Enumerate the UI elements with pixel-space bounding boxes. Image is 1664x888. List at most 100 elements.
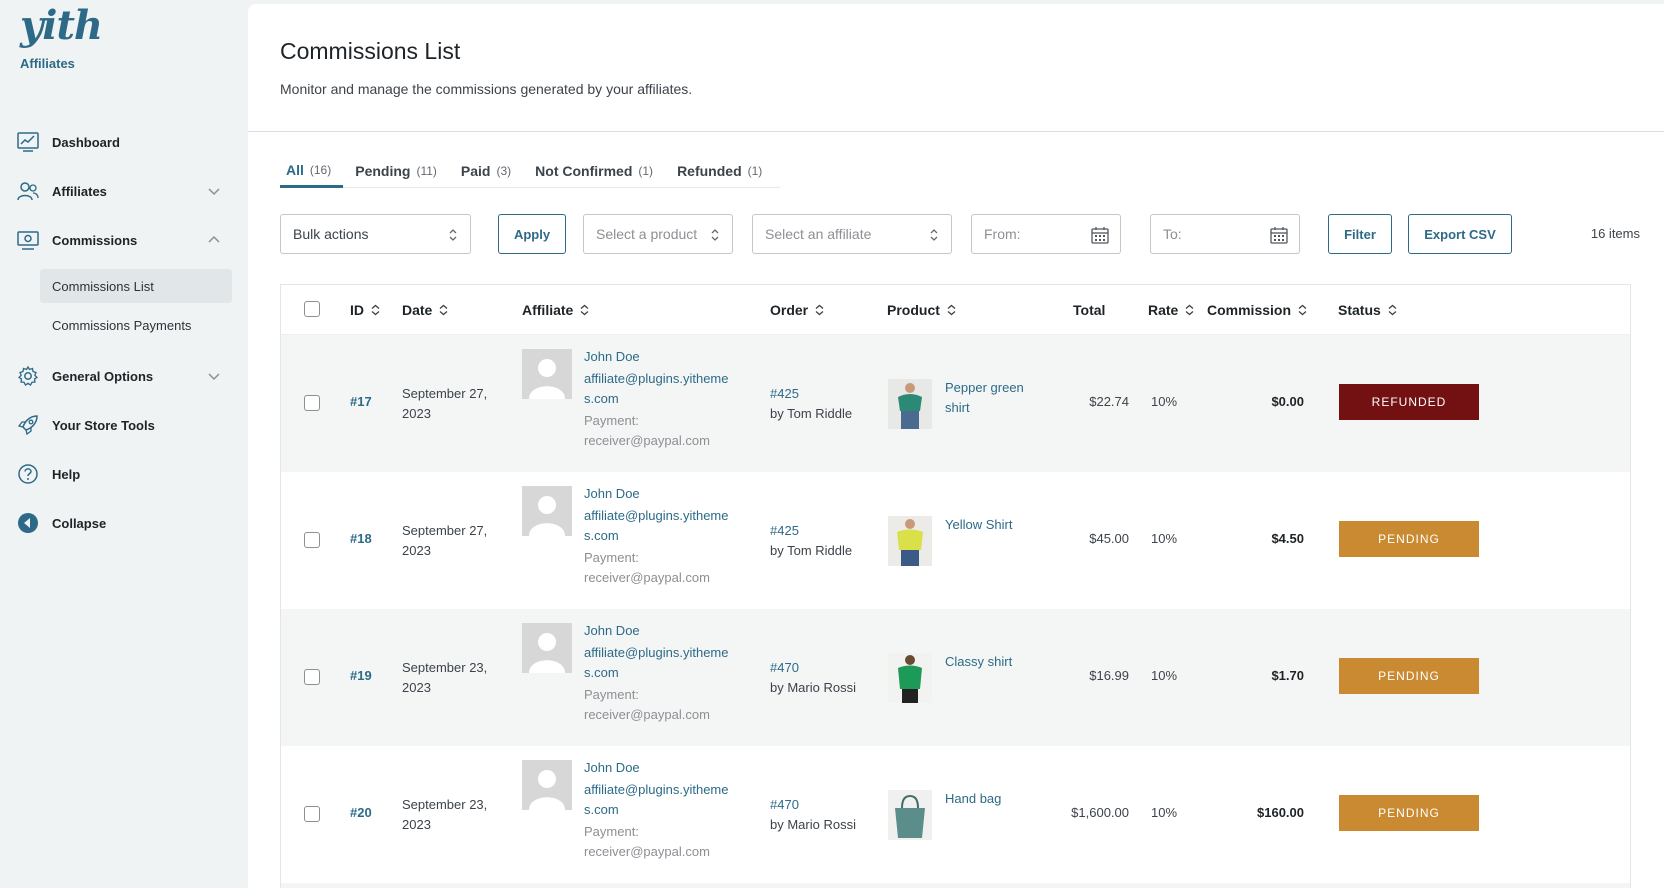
sidebar-item-help[interactable]: Help — [16, 456, 231, 492]
affiliate-name-link[interactable]: John Doe — [584, 347, 734, 367]
affiliate-info: John Doe affiliate@plugins.yithemes.com … — [584, 347, 734, 451]
sidebar-item-collapse[interactable]: Collapse — [16, 505, 231, 541]
product-link[interactable]: Classy shirt — [945, 652, 1035, 672]
order-total: $22.74 — [1089, 394, 1129, 409]
items-count: 16 items — [1590, 226, 1640, 241]
column-header-commission[interactable]: Commission — [1207, 302, 1307, 318]
commission-id-link[interactable]: #18 — [350, 531, 372, 546]
to-date-placeholder: To: — [1163, 226, 1182, 242]
to-date-input[interactable]: To: — [1150, 214, 1300, 254]
filter-button[interactable]: Filter — [1328, 214, 1392, 254]
sort-icon — [1185, 304, 1194, 316]
column-header-affiliate[interactable]: Affiliate — [522, 302, 589, 318]
product-link[interactable]: Pepper green shirt — [945, 378, 1035, 418]
affiliate-email-link[interactable]: affiliate@plugins.yithemes.com — [584, 780, 734, 820]
row-checkbox[interactable] — [304, 395, 320, 411]
sidebar-item-label: Collapse — [52, 515, 107, 531]
product-link[interactable]: Hand bag — [945, 789, 1035, 809]
tab-pending[interactable]: Pending (11) — [349, 154, 449, 188]
column-label: Rate — [1148, 302, 1179, 318]
commission-amount: $0.00 — [1271, 394, 1304, 409]
order-link[interactable]: #470 — [770, 795, 856, 815]
sidebar-item-your-store-tools[interactable]: Your Store Tools — [16, 407, 231, 443]
affiliate-name-link[interactable]: John Doe — [584, 484, 734, 504]
sidebar-item-affiliates[interactable]: Affiliates — [16, 173, 231, 209]
column-label: Affiliate — [522, 302, 574, 318]
chevron-up-icon[interactable] — [207, 233, 221, 247]
calendar-icon[interactable] — [1269, 225, 1289, 245]
affiliate-avatar — [522, 349, 572, 399]
brand: yith Affiliates — [20, 6, 103, 72]
product-thumbnail[interactable] — [888, 379, 932, 429]
commission-id-link[interactable]: #17 — [350, 394, 372, 409]
column-header-status[interactable]: Status — [1338, 302, 1397, 318]
calendar-icon[interactable] — [1090, 225, 1110, 245]
column-header-date[interactable]: Date — [402, 302, 448, 318]
column-header-order[interactable]: Order — [770, 302, 824, 318]
select-all-checkbox[interactable] — [304, 301, 320, 317]
rocket-icon — [16, 413, 40, 437]
page-header: Commissions List Monitor and manage the … — [248, 4, 1664, 132]
chevron-down-icon[interactable] — [207, 184, 221, 198]
affiliate-select[interactable]: Select an affiliate — [752, 214, 952, 254]
table-header: ID Date Affiliate Order Product Total Ra… — [281, 285, 1630, 335]
tab-refunded[interactable]: Refunded (1) — [671, 154, 774, 188]
affiliate-email-link[interactable]: affiliate@plugins.yithemes.com — [584, 506, 734, 546]
sidebar-item-dashboard[interactable]: Dashboard — [16, 124, 231, 160]
product-thumbnail[interactable] — [888, 653, 932, 703]
order-link[interactable]: #425 — [770, 521, 852, 541]
commission-id-link[interactable]: #19 — [350, 668, 372, 683]
affiliate-email-link[interactable]: affiliate@plugins.yithemes.com — [584, 369, 734, 409]
bulk-actions-select[interactable]: Bulk actions — [280, 214, 471, 254]
money-icon — [16, 228, 40, 252]
order-link[interactable]: #470 — [770, 658, 856, 678]
sidebar-subitem-commissions-list[interactable]: Commissions List — [40, 269, 232, 303]
affiliate-name-link[interactable]: John Doe — [584, 621, 734, 641]
column-header-id[interactable]: ID — [350, 302, 380, 318]
sidebar-subitem-commissions-payments[interactable]: Commissions Payments — [40, 308, 232, 342]
sidebar-item-general-options[interactable]: General Options — [16, 358, 231, 394]
tab-label: Refunded — [677, 163, 742, 179]
row-checkbox[interactable] — [304, 669, 320, 685]
product-link[interactable]: Yellow Shirt — [945, 515, 1035, 535]
affiliate-email-link[interactable]: affiliate@plugins.yithemes.com — [584, 643, 734, 683]
select-arrows-icon — [930, 229, 938, 241]
product-select[interactable]: Select a product — [583, 214, 733, 254]
row-checkbox[interactable] — [304, 806, 320, 822]
commission-amount: $4.50 — [1271, 531, 1304, 546]
order-link[interactable]: #425 — [770, 384, 852, 404]
affiliate-payment-email: Payment: receiver@paypal.com — [584, 687, 710, 722]
apply-button[interactable]: Apply — [498, 214, 566, 254]
sidebar-item-commissions[interactable]: Commissions — [16, 222, 231, 258]
commission-id-link[interactable]: #20 — [350, 805, 372, 820]
from-date-placeholder: From: — [984, 226, 1021, 242]
column-label: Total — [1073, 302, 1106, 318]
chevron-down-icon[interactable] — [207, 369, 221, 383]
commission-date: September 23, 2023 — [402, 660, 488, 695]
commission-date: September 27, 2023 — [402, 386, 488, 421]
sidebar-item-label: General Options — [52, 368, 154, 384]
table-row: #20 September 23, 2023 John Doe affiliat… — [281, 746, 1630, 883]
order-info: #425 by Tom Riddle — [770, 521, 852, 561]
from-date-input[interactable]: From: — [971, 214, 1121, 254]
affiliate-select-placeholder: Select an affiliate — [765, 226, 872, 242]
commission-amount: $160.00 — [1257, 805, 1304, 820]
export-csv-button[interactable]: Export CSV — [1408, 214, 1512, 254]
order-info: #470 by Mario Rossi — [770, 795, 856, 835]
affiliate-payment-email: Payment: receiver@paypal.com — [584, 413, 710, 448]
product-thumbnail[interactable] — [888, 516, 932, 566]
sidebar-item-label: Help — [52, 466, 81, 482]
yith-logo[interactable]: yith — [20, 6, 103, 46]
tab-all[interactable]: All (16) — [280, 154, 344, 188]
product-thumbnail[interactable] — [888, 790, 932, 840]
tab-paid[interactable]: Paid (3) — [455, 154, 523, 188]
tab-not-confirmed[interactable]: Not Confirmed (1) — [529, 154, 665, 188]
affiliate-name-link[interactable]: John Doe — [584, 758, 734, 778]
users-icon — [16, 179, 40, 203]
column-label: Product — [887, 302, 940, 318]
tab-label: Pending — [355, 163, 411, 179]
column-header-product[interactable]: Product — [887, 302, 956, 318]
column-header-rate[interactable]: Rate — [1148, 302, 1194, 318]
row-checkbox[interactable] — [304, 532, 320, 548]
select-arrows-icon — [449, 229, 457, 241]
